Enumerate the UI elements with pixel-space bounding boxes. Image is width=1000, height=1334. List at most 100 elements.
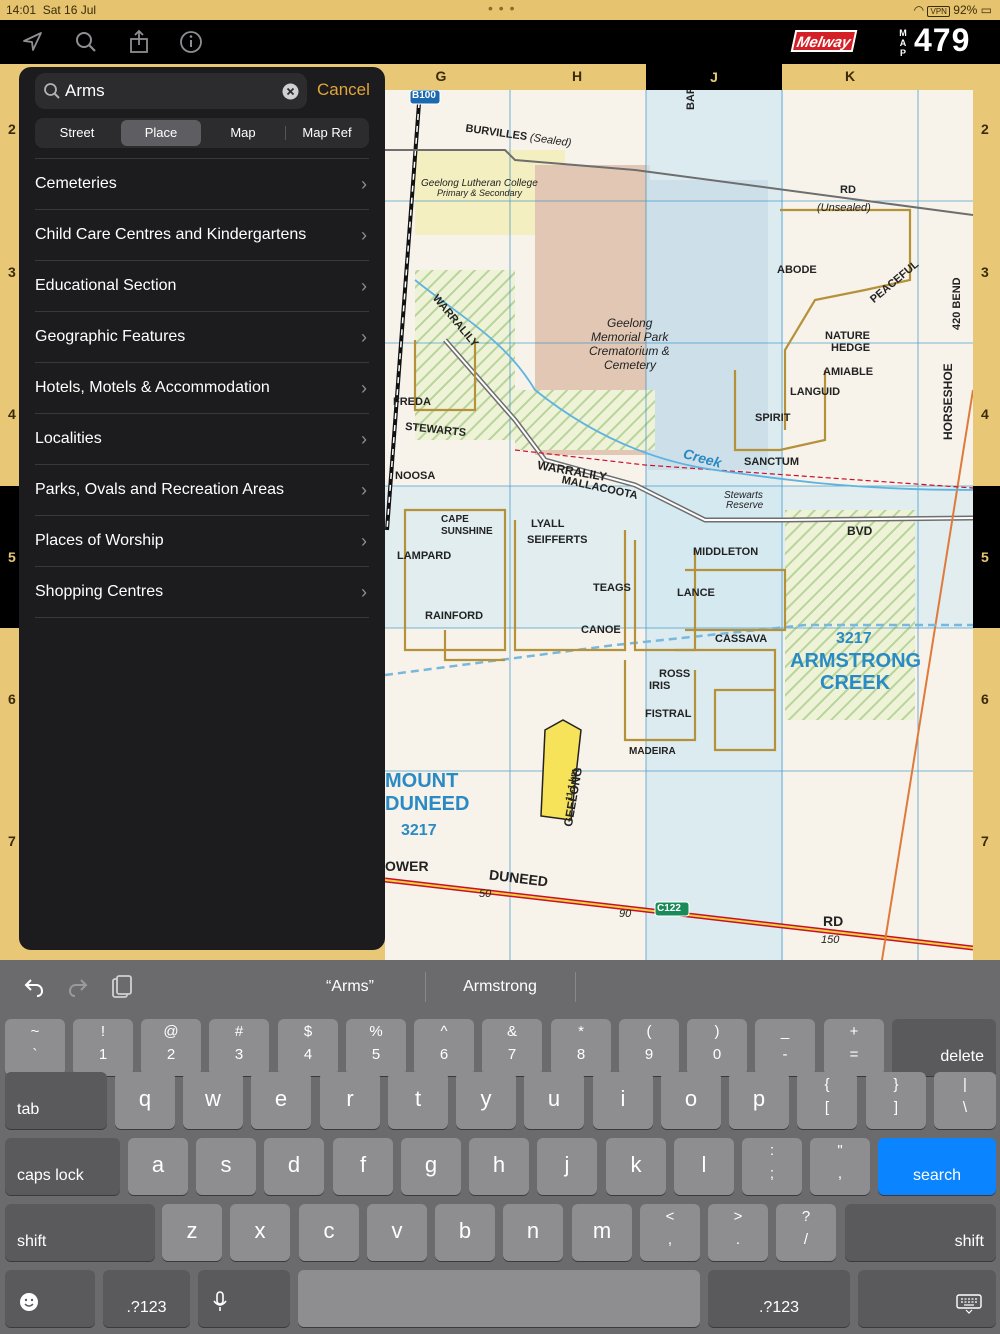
map-graphics bbox=[385, 90, 973, 960]
map-label-lampard: LAMPARD bbox=[397, 550, 452, 562]
key-h[interactable]: h bbox=[469, 1138, 529, 1195]
key-quote[interactable]: ", bbox=[810, 1138, 870, 1195]
key-open-bracket[interactable]: {[ bbox=[797, 1072, 857, 1129]
category-localities[interactable]: Localities › bbox=[35, 414, 369, 465]
search-key[interactable]: search bbox=[878, 1138, 996, 1195]
key-m[interactable]: m bbox=[572, 1204, 632, 1261]
map-label-bvd: BVD bbox=[847, 524, 873, 538]
map-label-sanctum: SANCTUM bbox=[744, 456, 799, 468]
key-backslash[interactable]: | \ bbox=[934, 1072, 996, 1129]
key-8[interactable]: * 8 bbox=[551, 1019, 611, 1076]
info-icon[interactable] bbox=[177, 28, 205, 56]
segment-map[interactable]: Map bbox=[203, 120, 283, 146]
key-comma[interactable]: <, bbox=[640, 1204, 700, 1261]
map-label-bend: 420 BEND bbox=[951, 277, 963, 330]
cancel-button[interactable]: Cancel bbox=[317, 80, 370, 100]
key-w[interactable]: w bbox=[183, 1072, 243, 1129]
key-6[interactable]: ^ 6 bbox=[414, 1019, 474, 1076]
vpn-badge: VPN bbox=[927, 6, 950, 17]
map-label-middleton: MIDDLETON bbox=[693, 546, 759, 558]
shift-left-key[interactable]: shift bbox=[5, 1204, 155, 1261]
dictation-key[interactable] bbox=[198, 1270, 290, 1327]
key-1[interactable]: ! 1 bbox=[73, 1019, 133, 1076]
caps-lock-key[interactable]: caps lock bbox=[5, 1138, 120, 1195]
category-worship[interactable]: Places of Worship › bbox=[35, 516, 369, 567]
key-r[interactable]: r bbox=[320, 1072, 380, 1129]
key-q[interactable]: q bbox=[115, 1072, 175, 1129]
map-label-languid: LANGUID bbox=[790, 386, 841, 398]
segment-place[interactable]: Place bbox=[121, 120, 201, 146]
key-period[interactable]: >. bbox=[708, 1204, 768, 1261]
key-z[interactable]: z bbox=[162, 1204, 222, 1261]
key-b[interactable]: b bbox=[435, 1204, 495, 1261]
key-a[interactable]: a bbox=[128, 1138, 188, 1195]
key-g[interactable]: g bbox=[401, 1138, 461, 1195]
key-semicolon[interactable]: :; bbox=[742, 1138, 802, 1195]
key-f[interactable]: f bbox=[333, 1138, 393, 1195]
category-parks[interactable]: Parks, Ovals and Recreation Areas › bbox=[35, 465, 369, 516]
suggestion-quoted[interactable]: “Arms” bbox=[280, 978, 420, 996]
key-u[interactable]: u bbox=[524, 1072, 584, 1129]
shift-right-key[interactable]: shift bbox=[845, 1204, 996, 1261]
search-icon[interactable] bbox=[72, 28, 100, 56]
key-o[interactable]: o bbox=[661, 1072, 721, 1129]
key-equals[interactable]: + = bbox=[824, 1019, 884, 1076]
category-cemeteries[interactable]: Cemeteries › bbox=[35, 158, 369, 210]
key-k[interactable]: k bbox=[606, 1138, 666, 1195]
category-child-care[interactable]: Child Care Centres and Kindergartens › bbox=[35, 210, 369, 261]
paste-icon[interactable] bbox=[110, 974, 134, 1000]
key-slash[interactable]: ? / bbox=[776, 1204, 836, 1261]
column-label-g: G bbox=[435, 68, 447, 84]
key-d[interactable]: d bbox=[264, 1138, 324, 1195]
map-label-duneed: DUNEED bbox=[385, 793, 470, 815]
key-l[interactable]: l bbox=[674, 1138, 734, 1195]
key-9[interactable]: (9 bbox=[619, 1019, 679, 1076]
numbers-left-key[interactable]: .?123 bbox=[103, 1270, 190, 1327]
suggestion-armstrong[interactable]: Armstrong bbox=[430, 978, 570, 996]
key-2[interactable]: @2 bbox=[141, 1019, 201, 1076]
key-y[interactable]: y bbox=[456, 1072, 516, 1129]
search-field[interactable] bbox=[35, 73, 307, 109]
key-minus[interactable]: _ - bbox=[755, 1019, 815, 1076]
category-shopping[interactable]: Shopping Centres › bbox=[35, 567, 369, 618]
category-geographic[interactable]: Geographic Features › bbox=[35, 312, 369, 363]
numbers-right-key[interactable]: .?123 bbox=[708, 1270, 850, 1327]
key-x[interactable]: x bbox=[230, 1204, 290, 1261]
key-7[interactable]: & 7 bbox=[482, 1019, 542, 1076]
key-c[interactable]: c bbox=[299, 1204, 359, 1261]
key-j[interactable]: j bbox=[537, 1138, 597, 1195]
delete-key[interactable]: delete bbox=[892, 1019, 996, 1076]
key-s[interactable]: s bbox=[196, 1138, 256, 1195]
share-icon[interactable] bbox=[125, 28, 153, 56]
key-n[interactable]: n bbox=[503, 1204, 563, 1261]
undo-icon[interactable] bbox=[22, 975, 46, 999]
key-p[interactable]: p bbox=[729, 1072, 789, 1129]
key-0[interactable]: ) 0 bbox=[687, 1019, 747, 1076]
category-hotels[interactable]: Hotels, Motels & Accommodation › bbox=[35, 363, 369, 414]
tab-key[interactable]: tab bbox=[5, 1072, 107, 1129]
map-label-noosa: NOOSA bbox=[395, 470, 436, 482]
segment-map-ref[interactable]: Map Ref bbox=[287, 120, 367, 146]
key-3[interactable]: #3 bbox=[209, 1019, 269, 1076]
key-t[interactable]: t bbox=[388, 1072, 448, 1129]
segment-street[interactable]: Street bbox=[37, 120, 117, 146]
clear-icon[interactable] bbox=[282, 83, 299, 100]
key-close-bracket[interactable]: }] bbox=[866, 1072, 926, 1129]
hide-keyboard-key[interactable] bbox=[858, 1270, 996, 1327]
redo-icon[interactable] bbox=[66, 975, 90, 999]
multitasking-dots[interactable]: • • • bbox=[488, 0, 515, 16]
map-canvas[interactable]: B100 BURVILLES (Sealed) Geelong Lutheran… bbox=[385, 90, 973, 960]
map-label-c122: C122 bbox=[657, 903, 681, 914]
key-backtick[interactable]: ~ ` bbox=[5, 1019, 65, 1076]
space-key[interactable] bbox=[298, 1270, 700, 1327]
location-arrow-icon[interactable] bbox=[19, 28, 47, 56]
emoji-key[interactable] bbox=[5, 1270, 95, 1327]
key-v[interactable]: v bbox=[367, 1204, 427, 1261]
key-i[interactable]: i bbox=[593, 1072, 653, 1129]
key-4[interactable]: $4 bbox=[278, 1019, 338, 1076]
search-input[interactable] bbox=[65, 73, 275, 109]
suggestion-bar: “Arms” Armstrong bbox=[0, 960, 1000, 1014]
key-5[interactable]: % 5 bbox=[346, 1019, 406, 1076]
category-educational[interactable]: Educational Section › bbox=[35, 261, 369, 312]
key-e[interactable]: e bbox=[251, 1072, 311, 1129]
